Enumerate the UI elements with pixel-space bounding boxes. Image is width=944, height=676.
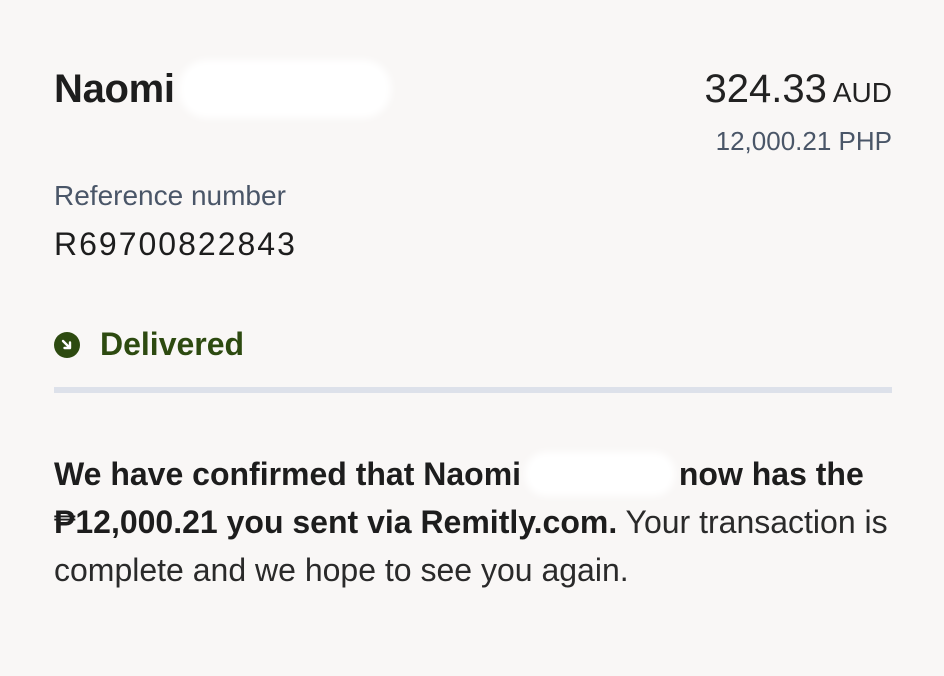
confirmation-message: We have confirmed that Naomi now has the… <box>54 450 894 594</box>
status-label: Delivered <box>100 326 245 362</box>
name-redaction <box>184 66 385 112</box>
amount-block: 324.33 AUD 12,000.21 PHP <box>705 64 892 157</box>
transfer-summary: Naomi 324.33 AUD 12,000.21 PHP <box>54 64 892 157</box>
amount-sent: 324.33 AUD <box>705 64 892 118</box>
recipient-first-name: Naomi <box>54 67 175 111</box>
reference-number-value: R69700822843 <box>54 226 297 262</box>
arrow-down-right-circle-icon <box>54 331 80 358</box>
message-part1: We have confirmed that Naomi <box>54 456 522 492</box>
reference-number-label: Reference number <box>54 180 286 211</box>
recipient-name: Naomi <box>54 64 385 114</box>
amount-received: 12,000.21 PHP <box>715 126 892 156</box>
amount-sent-value: 324.33 <box>704 67 827 111</box>
divider <box>54 387 892 393</box>
status-row: Delivered <box>54 326 244 363</box>
amount-sent-currency: AUD <box>832 77 892 108</box>
message-name-redaction <box>529 457 670 491</box>
